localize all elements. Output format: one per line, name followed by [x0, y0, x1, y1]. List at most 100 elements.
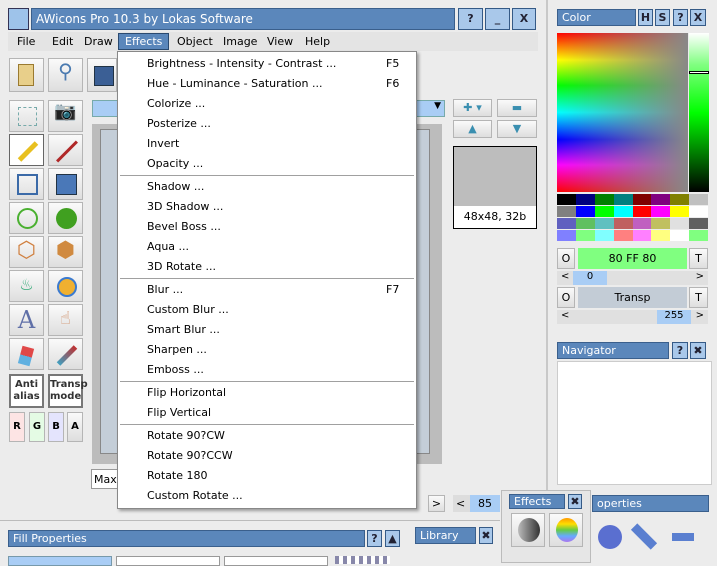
fill-pin-button[interactable]: ▲ [385, 530, 400, 547]
menu-item[interactable]: Sharpen ... [118, 340, 416, 360]
fill-tool[interactable]: ♨ [9, 270, 44, 302]
scrollbar[interactable]: <85 [453, 495, 500, 512]
menu-item[interactable]: 3D Shadow ... [118, 197, 416, 217]
splitter[interactable] [546, 0, 548, 490]
close-button[interactable]: X [512, 8, 536, 30]
menu-item[interactable]: Invert [118, 134, 416, 154]
zoom-button[interactable]: ⚲ [48, 58, 83, 92]
navigator-close-button[interactable]: ✖ [690, 342, 706, 359]
palette-swatch[interactable] [689, 218, 708, 229]
palette-swatch[interactable] [557, 206, 576, 217]
menu-item[interactable]: Blur ... F7 [118, 280, 416, 300]
opaque-button-2[interactable]: O [557, 287, 575, 308]
color-help-button[interactable]: ? [673, 9, 688, 26]
capture-tool[interactable]: 📷 [48, 100, 83, 132]
opaque-button[interactable]: O [557, 248, 575, 269]
palette-swatch[interactable] [613, 194, 633, 205]
open-button[interactable] [9, 58, 44, 92]
antialias-toggle[interactable]: Anti alias [9, 374, 44, 408]
palette-swatch[interactable] [689, 206, 708, 217]
slider-1-value[interactable]: 0 [573, 271, 607, 285]
palette-swatch[interactable] [575, 194, 595, 205]
palette-swatch[interactable] [594, 206, 614, 217]
palette-swatch[interactable] [557, 194, 576, 205]
menu-object[interactable]: Object [177, 35, 213, 48]
line-tool[interactable] [48, 134, 83, 166]
palette-swatch[interactable] [651, 206, 671, 217]
palette-swatch[interactable] [613, 206, 633, 217]
palette-swatch[interactable] [613, 230, 633, 241]
palette-swatch[interactable] [632, 230, 652, 241]
palette-swatch[interactable] [575, 218, 595, 229]
palette-swatch[interactable] [557, 230, 576, 241]
menu-effects[interactable]: Effects [118, 33, 170, 50]
palette-swatch[interactable] [670, 206, 690, 217]
menu-item[interactable]: Colorize ... [118, 94, 416, 114]
channel-b[interactable]: B [48, 412, 64, 442]
select-tool[interactable] [9, 100, 44, 132]
add-image-button[interactable]: ✚ ▾ [453, 99, 492, 117]
transparent-button-2[interactable]: T [689, 287, 708, 308]
channel-r[interactable]: R [9, 412, 25, 442]
menu-item[interactable]: Emboss ... [118, 360, 416, 380]
palette-swatch[interactable] [670, 230, 690, 241]
navigator-view[interactable] [557, 361, 712, 485]
remove-image-button[interactable]: ▬ [497, 99, 537, 117]
menu-item[interactable]: Posterize ... [118, 114, 416, 134]
menu-item[interactable]: Custom Blur ... [118, 300, 416, 320]
palette-swatch[interactable] [632, 206, 652, 217]
menu-item[interactable]: 3D Rotate ... [118, 257, 416, 277]
menu-edit[interactable]: Edit [52, 35, 73, 48]
menu-item[interactable]: Flip Vertical [118, 403, 416, 423]
palette-swatch[interactable] [689, 194, 708, 205]
hue-mode-button[interactable]: H [638, 9, 653, 26]
eraser-tool[interactable] [9, 338, 44, 370]
lightness-slider[interactable] [689, 33, 709, 192]
filled-polygon-tool[interactable]: ⬢ [48, 236, 83, 268]
scroll-value[interactable]: 85 [470, 495, 500, 512]
transp-mode-toggle[interactable]: Transp mode [48, 374, 88, 408]
palette-swatch[interactable] [594, 230, 614, 241]
rectangle-tool[interactable] [9, 168, 44, 200]
palette-swatch[interactable] [651, 194, 671, 205]
menu-item[interactable]: Opacity ... [118, 154, 416, 174]
color-slider-2[interactable]: <255 > [557, 310, 708, 324]
fill-help-button[interactable]: ? [367, 530, 382, 547]
menu-file[interactable]: File [17, 35, 35, 48]
menu-item[interactable]: Rotate 90?CW [118, 426, 416, 446]
scroll-right-button[interactable]: > [428, 495, 445, 512]
palette-swatch[interactable] [670, 194, 690, 205]
navigator-help-button[interactable]: ? [672, 342, 688, 359]
effect-rainbow-button[interactable] [549, 513, 583, 547]
channel-a[interactable]: A [67, 412, 83, 442]
transparent-button[interactable]: T [689, 248, 708, 269]
palette-swatch[interactable] [632, 218, 652, 229]
palette-swatch[interactable] [594, 218, 614, 229]
color-spectrum[interactable] [557, 33, 688, 192]
channel-g[interactable]: G [29, 412, 45, 442]
image-preview[interactable]: 48x48, 32b [453, 146, 537, 229]
menu-item[interactable]: Custom Rotate ... [118, 486, 416, 506]
saturation-mode-button[interactable]: S [655, 9, 670, 26]
help-button[interactable]: ? [458, 8, 483, 30]
menu-image[interactable]: Image [223, 35, 257, 48]
text-tool[interactable]: A [9, 304, 44, 336]
slider-2-value[interactable]: 255 [657, 310, 691, 324]
menu-draw[interactable]: Draw [84, 35, 113, 48]
menu-view[interactable]: View [267, 35, 293, 48]
replace-color-tool[interactable] [48, 270, 83, 302]
palette-swatch[interactable] [575, 206, 595, 217]
slider-handle[interactable] [689, 71, 709, 74]
palette-swatch[interactable] [557, 218, 576, 229]
minimize-button[interactable]: _ [485, 8, 510, 30]
palette-swatch[interactable] [670, 218, 690, 229]
menu-item[interactable]: Aqua ... [118, 237, 416, 257]
color-slider-1[interactable]: <0 > [557, 271, 708, 285]
palette-swatch[interactable] [651, 230, 671, 241]
menu-help[interactable]: Help [305, 35, 330, 48]
palette-swatch[interactable] [613, 218, 633, 229]
menu-item[interactable]: Hue - Luminance - Saturation ... F6 [118, 74, 416, 94]
hand-tool[interactable]: ☝ [48, 304, 83, 336]
palette-swatch[interactable] [575, 230, 595, 241]
menu-item[interactable]: Shadow ... [118, 177, 416, 197]
